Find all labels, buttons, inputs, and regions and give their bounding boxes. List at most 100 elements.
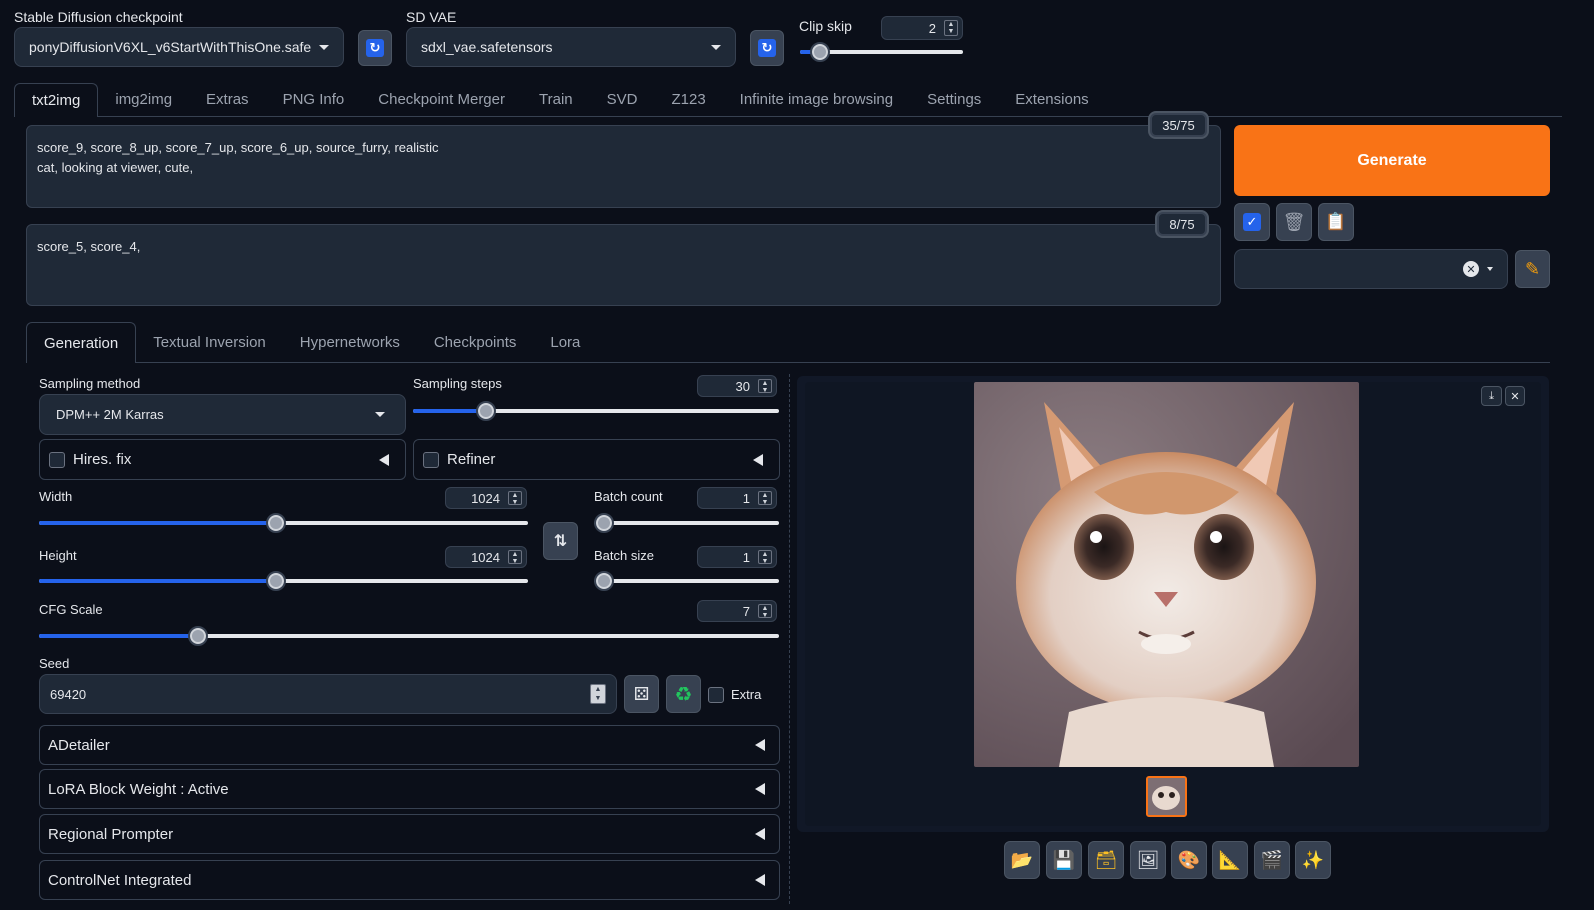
apply-styles-button[interactable]: ✓ — [1234, 203, 1270, 241]
height-label: Height — [39, 548, 77, 563]
column-resizer[interactable] — [789, 374, 790, 904]
negative-prompt-input[interactable]: score_5, score_4, — [26, 224, 1221, 306]
extra-seed-checkbox[interactable] — [708, 687, 724, 703]
clear-icon[interactable]: ✕ — [1463, 261, 1479, 277]
clapper-icon: 🎬 — [1260, 849, 1284, 870]
generated-image[interactable] — [974, 382, 1359, 767]
subtab-hypernetworks[interactable]: Hypernetworks — [283, 322, 417, 363]
send-to-video-button[interactable]: 🎬 — [1254, 841, 1290, 879]
gallery-thumbnail[interactable] — [1146, 776, 1187, 817]
checkpoint-value: ponyDiffusionV6XL_v6StartWithThisOne.saf… — [29, 39, 311, 55]
clip-skip-slider[interactable] — [800, 42, 963, 62]
send-to-inpaint-button[interactable]: 🎨 — [1171, 841, 1207, 879]
stepper-icon[interactable]: ▲ ▼ — [508, 550, 522, 565]
styles-dropdown[interactable]: ✕ — [1234, 249, 1508, 289]
batch-size-input[interactable]: 1 ▲ ▼ — [697, 546, 777, 568]
width-label: Width — [39, 489, 73, 504]
send-to-extras-button[interactable]: 📐 — [1212, 841, 1248, 879]
slider-thumb[interactable] — [476, 401, 497, 421]
vae-label: SD VAE — [406, 9, 457, 25]
cfg-scale-slider[interactable] — [39, 626, 779, 646]
sampling-steps-slider[interactable] — [413, 401, 779, 421]
subtab-lora[interactable]: Lora — [533, 322, 597, 363]
swap-dimensions-button[interactable]: ⇅ — [543, 522, 578, 560]
folder-icon: 📂 — [1010, 849, 1034, 870]
hires-fix-accordion[interactable]: Hires. fix — [39, 439, 406, 480]
refresh-checkpoint-button[interactable]: ↻ — [358, 30, 392, 66]
enhance-button[interactable]: ✨ — [1295, 841, 1331, 879]
controlnet-accordion[interactable]: ControlNet Integrated — [39, 860, 780, 900]
negative-token-counter: 8/75 — [1157, 212, 1207, 236]
slider-thumb[interactable] — [809, 42, 830, 62]
sampling-method-dropdown[interactable]: DPM++ 2M Karras — [39, 394, 406, 435]
tab-png-info[interactable]: PNG Info — [266, 83, 362, 117]
open-folder-button[interactable]: 📂 — [1004, 841, 1040, 879]
refresh-vae-button[interactable]: ↻ — [750, 30, 784, 66]
stepper-icon[interactable]: ▲ ▼ — [758, 491, 772, 506]
batch-count-input[interactable]: 1 ▲ ▼ — [697, 487, 777, 509]
slider-thumb[interactable] — [594, 571, 614, 591]
tab-extensions[interactable]: Extensions — [998, 83, 1105, 117]
slider-thumb[interactable] — [188, 626, 209, 646]
extra-seed-label: Extra — [731, 687, 762, 702]
random-seed-button[interactable]: ⚄ — [624, 675, 659, 713]
batch-size-slider[interactable] — [594, 571, 779, 591]
tab-z123[interactable]: Z123 — [654, 83, 722, 117]
vae-dropdown[interactable]: sdxl_vae.safetensors — [406, 27, 736, 67]
tab-infinite-image-browsing[interactable]: Infinite image browsing — [723, 83, 910, 117]
slider-fill — [39, 579, 277, 583]
tab-checkpoint-merger[interactable]: Checkpoint Merger — [361, 83, 522, 117]
hires-fix-checkbox[interactable] — [49, 451, 65, 468]
stepper-icon[interactable]: ▲ ▼ — [758, 550, 772, 565]
adetailer-accordion[interactable]: ADetailer — [39, 725, 780, 765]
tab-svd[interactable]: SVD — [590, 83, 655, 117]
generate-button[interactable]: Generate — [1234, 125, 1550, 196]
stepper-icon[interactable]: ▲ ▼ — [590, 684, 606, 704]
clear-prompt-button[interactable]: 🗑 — [1276, 203, 1312, 241]
refiner-accordion[interactable]: Refiner — [413, 439, 780, 480]
download-button[interactable]: ⤓ — [1481, 386, 1502, 406]
subtab-checkpoints[interactable]: Checkpoints — [417, 322, 534, 363]
cfg-scale-input[interactable]: 7 ▲ ▼ — [697, 600, 777, 622]
seed-input[interactable]: 69420 ▲ ▼ — [39, 674, 617, 714]
checkbox-pen-icon: ✓ — [1243, 213, 1261, 231]
height-input[interactable]: 1024 ▲ ▼ — [445, 546, 527, 568]
close-preview-button[interactable]: ✕ — [1505, 386, 1525, 406]
batch-count-slider[interactable] — [594, 513, 779, 533]
positive-prompt-input[interactable]: score_9, score_8_up, score_7_up, score_6… — [26, 125, 1221, 208]
tab-extras[interactable]: Extras — [189, 83, 266, 117]
slider-thumb[interactable] — [594, 513, 614, 533]
slider-thumb[interactable] — [266, 571, 287, 591]
width-slider[interactable] — [39, 513, 528, 533]
reuse-seed-button[interactable]: ♻ — [666, 675, 701, 713]
subtab-generation[interactable]: Generation — [26, 322, 137, 363]
send-to-img2img-button[interactable]: 🖼 — [1130, 841, 1166, 879]
chevron-down-icon — [319, 44, 329, 50]
refiner-checkbox[interactable] — [423, 451, 439, 468]
trash-icon: 🗑 — [1282, 211, 1306, 232]
edit-styles-button[interactable]: ✎ — [1515, 250, 1550, 288]
height-slider[interactable] — [39, 571, 528, 591]
paste-prompt-button[interactable]: 📋 — [1318, 203, 1354, 241]
tab-train[interactable]: Train — [522, 83, 590, 117]
zip-button[interactable]: 🗃 — [1088, 841, 1124, 879]
tab-txt2img[interactable]: txt2img — [14, 83, 99, 117]
clip-skip-input[interactable]: 2 ▲ ▼ — [881, 16, 963, 40]
stepper-icon[interactable]: ▲ ▼ — [758, 379, 772, 394]
lora-block-weight-accordion[interactable]: LoRA Block Weight : Active — [39, 769, 780, 809]
stepper-icon[interactable]: ▲ ▼ — [508, 491, 522, 506]
regional-prompter-accordion[interactable]: Regional Prompter — [39, 814, 780, 854]
hires-fix-label: Hires. fix — [73, 451, 132, 468]
save-button[interactable]: 💾 — [1046, 841, 1082, 879]
sampling-steps-input[interactable]: 30 ▲ ▼ — [697, 375, 777, 397]
stepper-icon[interactable]: ▲ ▼ — [944, 20, 958, 36]
accordion-label: ControlNet Integrated — [48, 871, 192, 889]
tab-img2img[interactable]: img2img — [98, 83, 189, 117]
slider-thumb[interactable] — [266, 513, 287, 533]
tab-settings[interactable]: Settings — [910, 83, 998, 117]
width-input[interactable]: 1024 ▲ ▼ — [445, 487, 527, 509]
subtab-textual-inversion[interactable]: Textual Inversion — [136, 322, 283, 363]
cat-image — [974, 382, 1359, 767]
checkpoint-dropdown[interactable]: ponyDiffusionV6XL_v6StartWithThisOne.saf… — [14, 27, 344, 67]
stepper-icon[interactable]: ▲ ▼ — [758, 604, 772, 619]
